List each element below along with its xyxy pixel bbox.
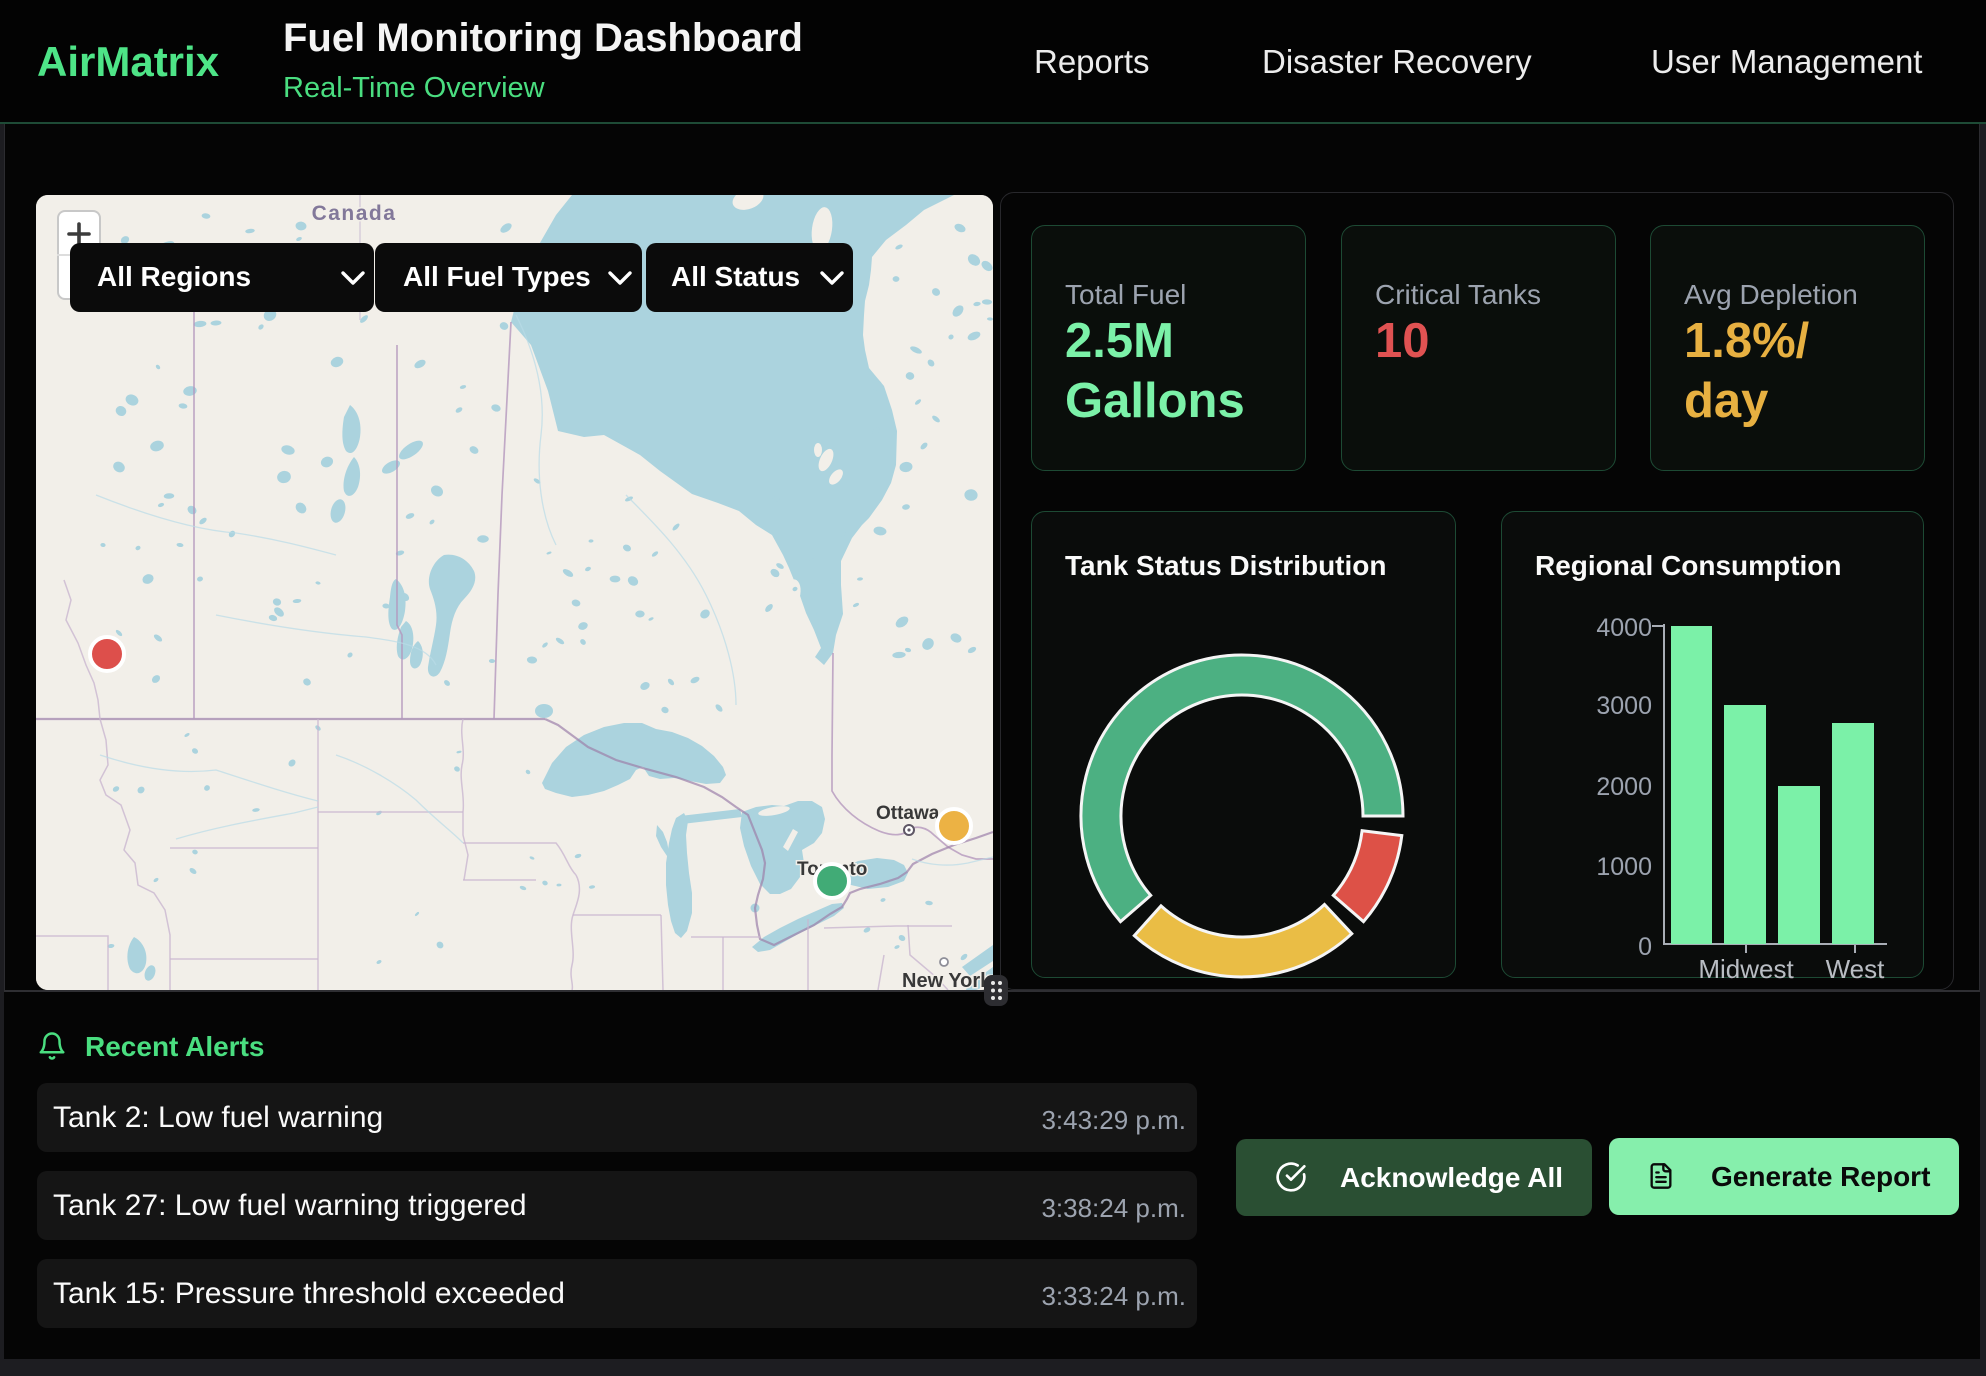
svg-text:4000: 4000 [1596, 614, 1652, 642]
svg-text:West: West [1826, 954, 1886, 979]
svg-text:Ottawa: Ottawa [876, 803, 940, 824]
svg-text:1000: 1000 [1596, 853, 1652, 881]
svg-text:2000: 2000 [1596, 773, 1652, 801]
svg-text:Midwest: Midwest [1698, 954, 1794, 979]
svg-text:3000: 3000 [1596, 692, 1652, 720]
svg-text:Canada: Canada [312, 202, 397, 225]
svg-text:0: 0 [1638, 933, 1652, 961]
svg-text:New York: New York [902, 970, 992, 990]
